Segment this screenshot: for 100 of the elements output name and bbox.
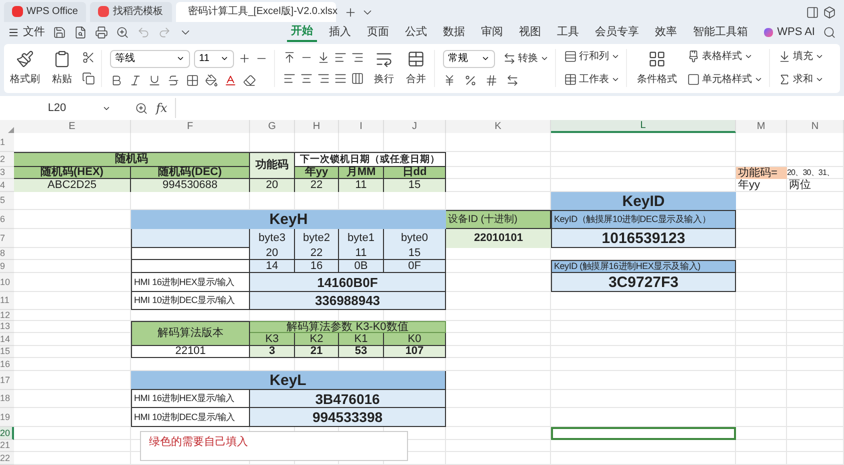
distribute-icon[interactable] bbox=[351, 72, 364, 86]
table-style-icon[interactable] bbox=[687, 50, 700, 64]
ribbon-tab[interactable]: 页面 bbox=[363, 24, 394, 41]
thousands-icon[interactable] bbox=[485, 74, 498, 87]
column-header[interactable]: I bbox=[339, 120, 384, 133]
row-header[interactable]: 20 bbox=[0, 427, 14, 440]
row-header[interactable]: 10 bbox=[0, 273, 14, 292]
row-header[interactable]: 2 bbox=[0, 152, 14, 167]
name-box[interactable]: L20 bbox=[4, 99, 119, 118]
ribbon-tab[interactable]: 开始 bbox=[287, 23, 318, 42]
save-icon[interactable] bbox=[53, 26, 66, 40]
column-header[interactable]: K bbox=[446, 120, 551, 133]
font-select[interactable]: 等线 bbox=[110, 50, 190, 68]
currency-icon[interactable] bbox=[443, 74, 456, 87]
preview-icon[interactable] bbox=[74, 26, 87, 40]
ribbon-tab[interactable]: 插入 bbox=[325, 24, 356, 41]
column-header[interactable]: L bbox=[551, 120, 736, 133]
format-painter-icon[interactable] bbox=[16, 50, 34, 68]
column-header[interactable]: M bbox=[736, 120, 787, 133]
table-style-button[interactable]: 表格样式 bbox=[687, 49, 763, 64]
cut-icon[interactable] bbox=[82, 51, 95, 64]
fill-icon[interactable] bbox=[778, 50, 791, 64]
ribbon-tab[interactable]: 审阅 bbox=[477, 24, 508, 41]
row-header[interactable]: 22 bbox=[0, 452, 14, 465]
fill-color-icon[interactable] bbox=[205, 74, 218, 87]
column-header[interactable]: E bbox=[14, 120, 131, 133]
ribbon-tab[interactable]: 会员专享 bbox=[591, 24, 644, 41]
format-painter-button[interactable]: 格式刷 bbox=[8, 50, 42, 87]
ribbon-tab[interactable]: 数据 bbox=[439, 24, 470, 41]
row-header[interactable]: 3 bbox=[0, 167, 14, 179]
row-header[interactable]: 14 bbox=[0, 333, 14, 346]
row-header[interactable]: 12 bbox=[0, 310, 14, 321]
cube-icon[interactable] bbox=[823, 6, 836, 19]
sum-button[interactable]: 求和 bbox=[778, 72, 824, 88]
paste-icon[interactable] bbox=[53, 50, 71, 68]
column-header[interactable]: H bbox=[295, 120, 339, 133]
convert-button[interactable]: 转换 bbox=[503, 51, 549, 66]
zoom-icon[interactable] bbox=[135, 102, 148, 115]
convert-icon[interactable] bbox=[503, 52, 516, 66]
merge-icon[interactable] bbox=[407, 50, 425, 68]
column-header[interactable]: N bbox=[787, 120, 844, 133]
column-header[interactable]: F bbox=[131, 120, 250, 133]
align-bottom-icon[interactable] bbox=[317, 51, 330, 64]
document-tab[interactable]: 找稻壳模板 bbox=[90, 2, 172, 22]
conditional-format-button[interactable]: 条件格式 bbox=[635, 50, 679, 87]
fill-button[interactable]: 填充 bbox=[778, 49, 824, 64]
bold-icon[interactable] bbox=[110, 74, 123, 87]
search-icon[interactable] bbox=[823, 26, 836, 40]
worksheet-button[interactable]: 工作表 bbox=[564, 72, 620, 88]
function-label[interactable]: fx bbox=[156, 99, 168, 118]
strikethrough-icon[interactable] bbox=[167, 74, 180, 87]
row-header[interactable]: 5 bbox=[0, 192, 14, 210]
window-icon[interactable] bbox=[806, 6, 819, 19]
zoom-icon[interactable] bbox=[116, 26, 129, 40]
font-size-select[interactable]: 11 bbox=[194, 50, 234, 68]
worksheet-icon[interactable] bbox=[564, 73, 577, 86]
row-header[interactable]: 6 bbox=[0, 210, 14, 229]
underline-icon[interactable] bbox=[148, 74, 161, 87]
percent-icon[interactable] bbox=[464, 74, 477, 87]
row-header[interactable]: 11 bbox=[0, 292, 14, 310]
ribbon-tab[interactable]: 效率 bbox=[651, 24, 682, 41]
grow-font-icon[interactable] bbox=[238, 52, 251, 66]
file-menu[interactable]: 文件 bbox=[8, 24, 45, 41]
ai-button[interactable]: WPS AI bbox=[764, 24, 815, 41]
selected-cell[interactable] bbox=[551, 427, 736, 440]
number-format-select[interactable]: 常规 bbox=[443, 50, 495, 68]
align-top-icon[interactable] bbox=[283, 51, 296, 64]
row-header[interactable]: 13 bbox=[0, 321, 14, 333]
paste-button[interactable]: 粘贴 bbox=[50, 50, 74, 87]
sum-icon[interactable] bbox=[778, 73, 791, 86]
row-header[interactable]: 7 bbox=[0, 229, 14, 248]
column-header[interactable]: G bbox=[250, 120, 295, 133]
eraser-icon[interactable] bbox=[243, 74, 256, 87]
new-tab-icon[interactable] bbox=[344, 6, 357, 19]
row-header[interactable]: 21 bbox=[0, 440, 14, 452]
align-right-icon[interactable] bbox=[317, 72, 330, 86]
row-header[interactable]: 4 bbox=[0, 179, 14, 192]
conditional-format-icon[interactable] bbox=[648, 50, 666, 68]
row-header[interactable]: 16 bbox=[0, 358, 14, 371]
row-header[interactable]: 15 bbox=[0, 346, 14, 358]
rows-columns-button[interactable]: 行和列 bbox=[564, 49, 620, 64]
row-header[interactable]: 1 bbox=[0, 133, 14, 152]
text-box[interactable]: 绿色的需要自己填入 bbox=[140, 431, 408, 461]
align-left-icon[interactable] bbox=[283, 72, 296, 86]
document-tab[interactable]: 密码计算工具_[Excel版]-V2.0.xlsx bbox=[176, 2, 336, 22]
ribbon-tab[interactable]: 智能工具箱 bbox=[689, 24, 752, 41]
borders-icon[interactable] bbox=[186, 74, 199, 87]
ribbon-tab[interactable]: 公式 bbox=[401, 24, 432, 41]
wrap-text-button[interactable]: 换行 bbox=[372, 50, 396, 87]
cell-style-button[interactable]: 单元格样式 bbox=[687, 72, 763, 88]
font-color-icon[interactable] bbox=[224, 74, 237, 87]
align-center-icon[interactable] bbox=[300, 72, 313, 86]
merge-button[interactable]: 合并 bbox=[404, 50, 428, 87]
column-header[interactable]: J bbox=[384, 120, 446, 133]
row-header[interactable]: 8 bbox=[0, 248, 14, 260]
justify-icon[interactable] bbox=[334, 72, 347, 86]
print-icon[interactable] bbox=[95, 26, 108, 40]
rows-columns-icon[interactable] bbox=[564, 50, 577, 64]
italic-icon[interactable] bbox=[129, 74, 142, 87]
copy-icon[interactable] bbox=[82, 72, 95, 86]
